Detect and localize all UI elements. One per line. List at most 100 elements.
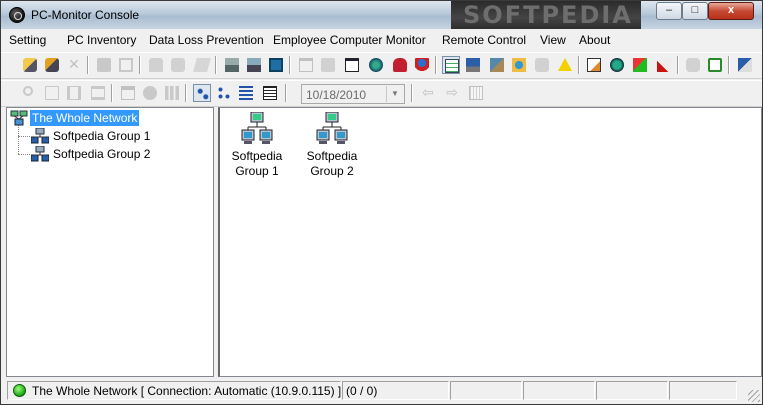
close-button[interactable]: x	[708, 2, 754, 20]
group-item-label-line: Softpedia	[306, 149, 358, 163]
back-arrow-icon[interactable]: ⇦	[419, 84, 437, 102]
chevron-down-icon[interactable]: ▼	[386, 86, 403, 102]
tree-child-label: Softpedia Group 1	[53, 129, 151, 143]
main-toolbar: ✕	[1, 52, 762, 79]
status-bar: The Whole Network [ Connection: Automati…	[1, 378, 762, 404]
status-cell-empty	[596, 381, 668, 400]
user-monitor-icon[interactable]	[413, 56, 431, 74]
remote-network-icon[interactable]	[608, 56, 626, 74]
computer-list-icon[interactable]	[223, 56, 241, 74]
menu-about[interactable]: About	[579, 33, 610, 47]
computer-group-icon	[30, 145, 50, 162]
network-transfer-icon[interactable]	[488, 56, 506, 74]
toolbar-separator	[185, 84, 187, 102]
menu-bar: Setting PC Inventory Data Loss Preventio…	[1, 30, 762, 51]
help-icon[interactable]	[736, 56, 754, 74]
zoom-icon[interactable]	[21, 84, 39, 102]
status-count: (0 / 0)	[346, 384, 378, 398]
tree-connector	[18, 124, 19, 154]
group-item-1[interactable]: Softpedia Group 1	[222, 111, 292, 179]
toolbar-separator	[139, 56, 141, 74]
calendar-grid-icon[interactable]	[467, 84, 485, 102]
details-view-icon[interactable]	[261, 84, 279, 102]
toolbar-separator	[728, 56, 730, 74]
menu-remote-control[interactable]: Remote Control	[442, 33, 526, 47]
window-icon[interactable]	[297, 56, 315, 74]
computer-group-icon	[316, 111, 348, 146]
toolbar-separator	[435, 56, 437, 74]
network-icon	[10, 110, 28, 126]
title-bar[interactable]: PC-Monitor Console SOFTPEDIA – □ x	[1, 1, 762, 29]
toolbar-separator	[578, 56, 580, 74]
calendar-icon[interactable]	[442, 56, 460, 74]
menu-employee-computer-monitor[interactable]: Employee Computer Monitor	[273, 33, 426, 47]
print-icon[interactable]	[95, 56, 113, 74]
computer-group-icon[interactable]	[245, 56, 263, 74]
add-computer-icon[interactable]	[21, 56, 39, 74]
app-window: PC-Monitor Console SOFTPEDIA – □ x Setti…	[0, 0, 763, 405]
edit-policy-icon[interactable]	[585, 56, 603, 74]
status-cell-empty	[523, 381, 595, 400]
menu-setting[interactable]: Setting	[9, 33, 46, 47]
status-count-cell: (0 / 0)	[342, 381, 449, 400]
app-logo-icon	[9, 7, 25, 23]
connection-status-text: The Whole Network [ Connection: Automati…	[32, 384, 342, 398]
scan-computer-icon[interactable]	[43, 56, 61, 74]
group-item-label-line: Group 2	[310, 164, 354, 178]
connection-status-icon	[13, 384, 26, 397]
softpedia-watermark: SOFTPEDIA	[451, 1, 641, 29]
resize-grip[interactable]	[748, 390, 760, 402]
print-preview-icon[interactable]	[117, 56, 135, 74]
hand-icon[interactable]	[684, 56, 702, 74]
record-icon[interactable]	[391, 56, 409, 74]
group-item-label-line: Softpedia	[231, 149, 283, 163]
toolbar-separator	[215, 56, 217, 74]
tree-connector	[18, 154, 30, 155]
toolbar-separator	[285, 84, 287, 102]
report-icon[interactable]	[119, 84, 137, 102]
date-picker[interactable]: 10/18/2010 ▼	[301, 84, 405, 104]
camera-icon[interactable]	[319, 56, 337, 74]
grid-view-icon[interactable]	[267, 56, 285, 74]
screen-icon[interactable]	[343, 56, 361, 74]
fit-width-icon[interactable]	[65, 84, 83, 102]
usb-device-icon[interactable]	[533, 56, 551, 74]
bar-chart-icon[interactable]	[163, 84, 181, 102]
large-icons-view-icon[interactable]	[193, 84, 211, 102]
delete-icon[interactable]: ✕	[65, 56, 83, 74]
list-view-icon[interactable]	[237, 84, 255, 102]
lock-icon[interactable]	[147, 56, 165, 74]
message-icon[interactable]	[193, 56, 211, 74]
toolbar-separator	[111, 84, 113, 102]
remote-desktop-icon[interactable]	[631, 56, 649, 74]
group-item-2[interactable]: Softpedia Group 2	[297, 111, 367, 179]
refresh-icon[interactable]	[706, 56, 724, 74]
computer-icon[interactable]	[464, 56, 482, 74]
small-icons-view-icon[interactable]	[215, 84, 233, 102]
fit-window-icon[interactable]	[43, 84, 61, 102]
status-connection-cell: The Whole Network [ Connection: Automati…	[7, 381, 341, 400]
warning-icon[interactable]	[556, 56, 574, 74]
menu-data-loss-prevention[interactable]: Data Loss Prevention	[149, 33, 264, 47]
menu-pc-inventory[interactable]: PC Inventory	[67, 33, 136, 47]
disconnect-icon[interactable]	[655, 56, 673, 74]
web-filter-icon[interactable]	[510, 56, 528, 74]
status-cell-empty	[669, 381, 737, 400]
fit-height-icon[interactable]	[89, 84, 107, 102]
menu-view[interactable]: View	[540, 33, 566, 47]
status-cell-empty	[450, 381, 522, 400]
minimize-button[interactable]: –	[656, 2, 682, 20]
toolbar-separator	[289, 56, 291, 74]
toolbar-separator	[411, 84, 413, 102]
maximize-button[interactable]: □	[682, 2, 708, 20]
group-view[interactable]: Softpedia Group 1 Softpedia Group 2	[218, 107, 762, 377]
tree-connector	[18, 136, 30, 137]
toolbar-separator	[677, 56, 679, 74]
date-value: 10/18/2010	[306, 88, 367, 102]
globe-icon[interactable]	[367, 56, 385, 74]
forward-arrow-icon[interactable]: ⇨	[443, 84, 461, 102]
pie-chart-icon[interactable]	[141, 84, 159, 102]
network-tree[interactable]: The Whole Network Softpedia Group 1 Soft…	[6, 107, 214, 377]
group-item-label: Softpedia Group 2	[297, 149, 367, 179]
unlock-icon[interactable]	[169, 56, 187, 74]
